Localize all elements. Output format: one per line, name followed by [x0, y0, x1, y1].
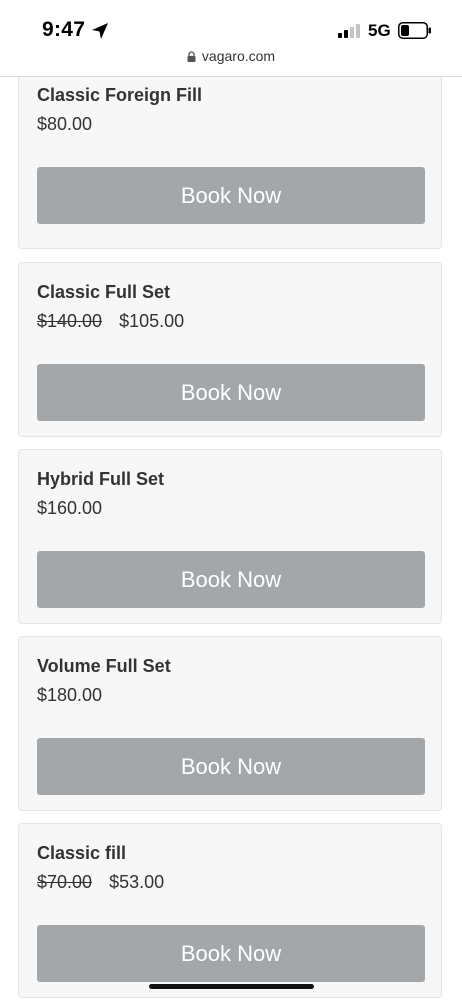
service-price-row: $140.00 $105.00 [37, 311, 184, 332]
service-list: Classic Foreign Fill $80.00 Book Now Cla… [0, 75, 462, 1000]
service-card: Classic Foreign Fill $80.00 Book Now [18, 75, 442, 249]
service-title: Volume Full Set [37, 656, 171, 676]
lock-icon [187, 51, 196, 62]
status-time: 9:47 [42, 18, 86, 41]
service-card: Classic Full Set $140.00 $105.00 Book No… [18, 262, 442, 437]
service-price: $80.00 [37, 114, 93, 134]
service-price-row: $180.00 [37, 685, 102, 706]
service-price-row: $70.00 $53.00 [37, 872, 164, 893]
service-title: Hybrid Full Set [37, 469, 165, 489]
service-title: Classic Full Set [37, 282, 171, 302]
book-now-button[interactable]: Book Now [37, 925, 425, 982]
battery-icon [398, 22, 431, 39]
service-original-price: $70.00 [37, 872, 93, 892]
service-card: Classic fill $70.00 $53.00 Book Now [18, 823, 442, 998]
service-card: Volume Full Set $180.00 Book Now [18, 636, 442, 811]
status-bar: 9:47 5G vagaro.com [0, 0, 462, 77]
book-now-button[interactable]: Book Now [37, 364, 425, 421]
network-type: 5G [368, 21, 391, 40]
service-price: $180.00 [37, 685, 103, 705]
service-title: Classic Foreign Fill [37, 85, 203, 105]
book-now-button[interactable]: Book Now [37, 551, 425, 608]
service-price-row: $80.00 [37, 114, 92, 135]
service-price: $53.00 [109, 872, 165, 892]
address-bar[interactable]: vagaro.com [0, 48, 462, 64]
location-arrow-icon [92, 23, 108, 39]
service-price: $105.00 [119, 311, 185, 331]
service-price-row: $160.00 [37, 498, 102, 519]
service-title: Classic fill [37, 843, 127, 863]
home-indicator[interactable] [149, 984, 314, 989]
cellular-signal-icon [338, 24, 360, 38]
book-now-button[interactable]: Book Now [37, 738, 425, 795]
service-original-price: $140.00 [37, 311, 103, 331]
url-text: vagaro.com [201, 48, 276, 64]
service-price: $160.00 [37, 498, 103, 518]
service-card: Hybrid Full Set $160.00 Book Now [18, 449, 442, 624]
book-now-button[interactable]: Book Now [37, 167, 425, 224]
